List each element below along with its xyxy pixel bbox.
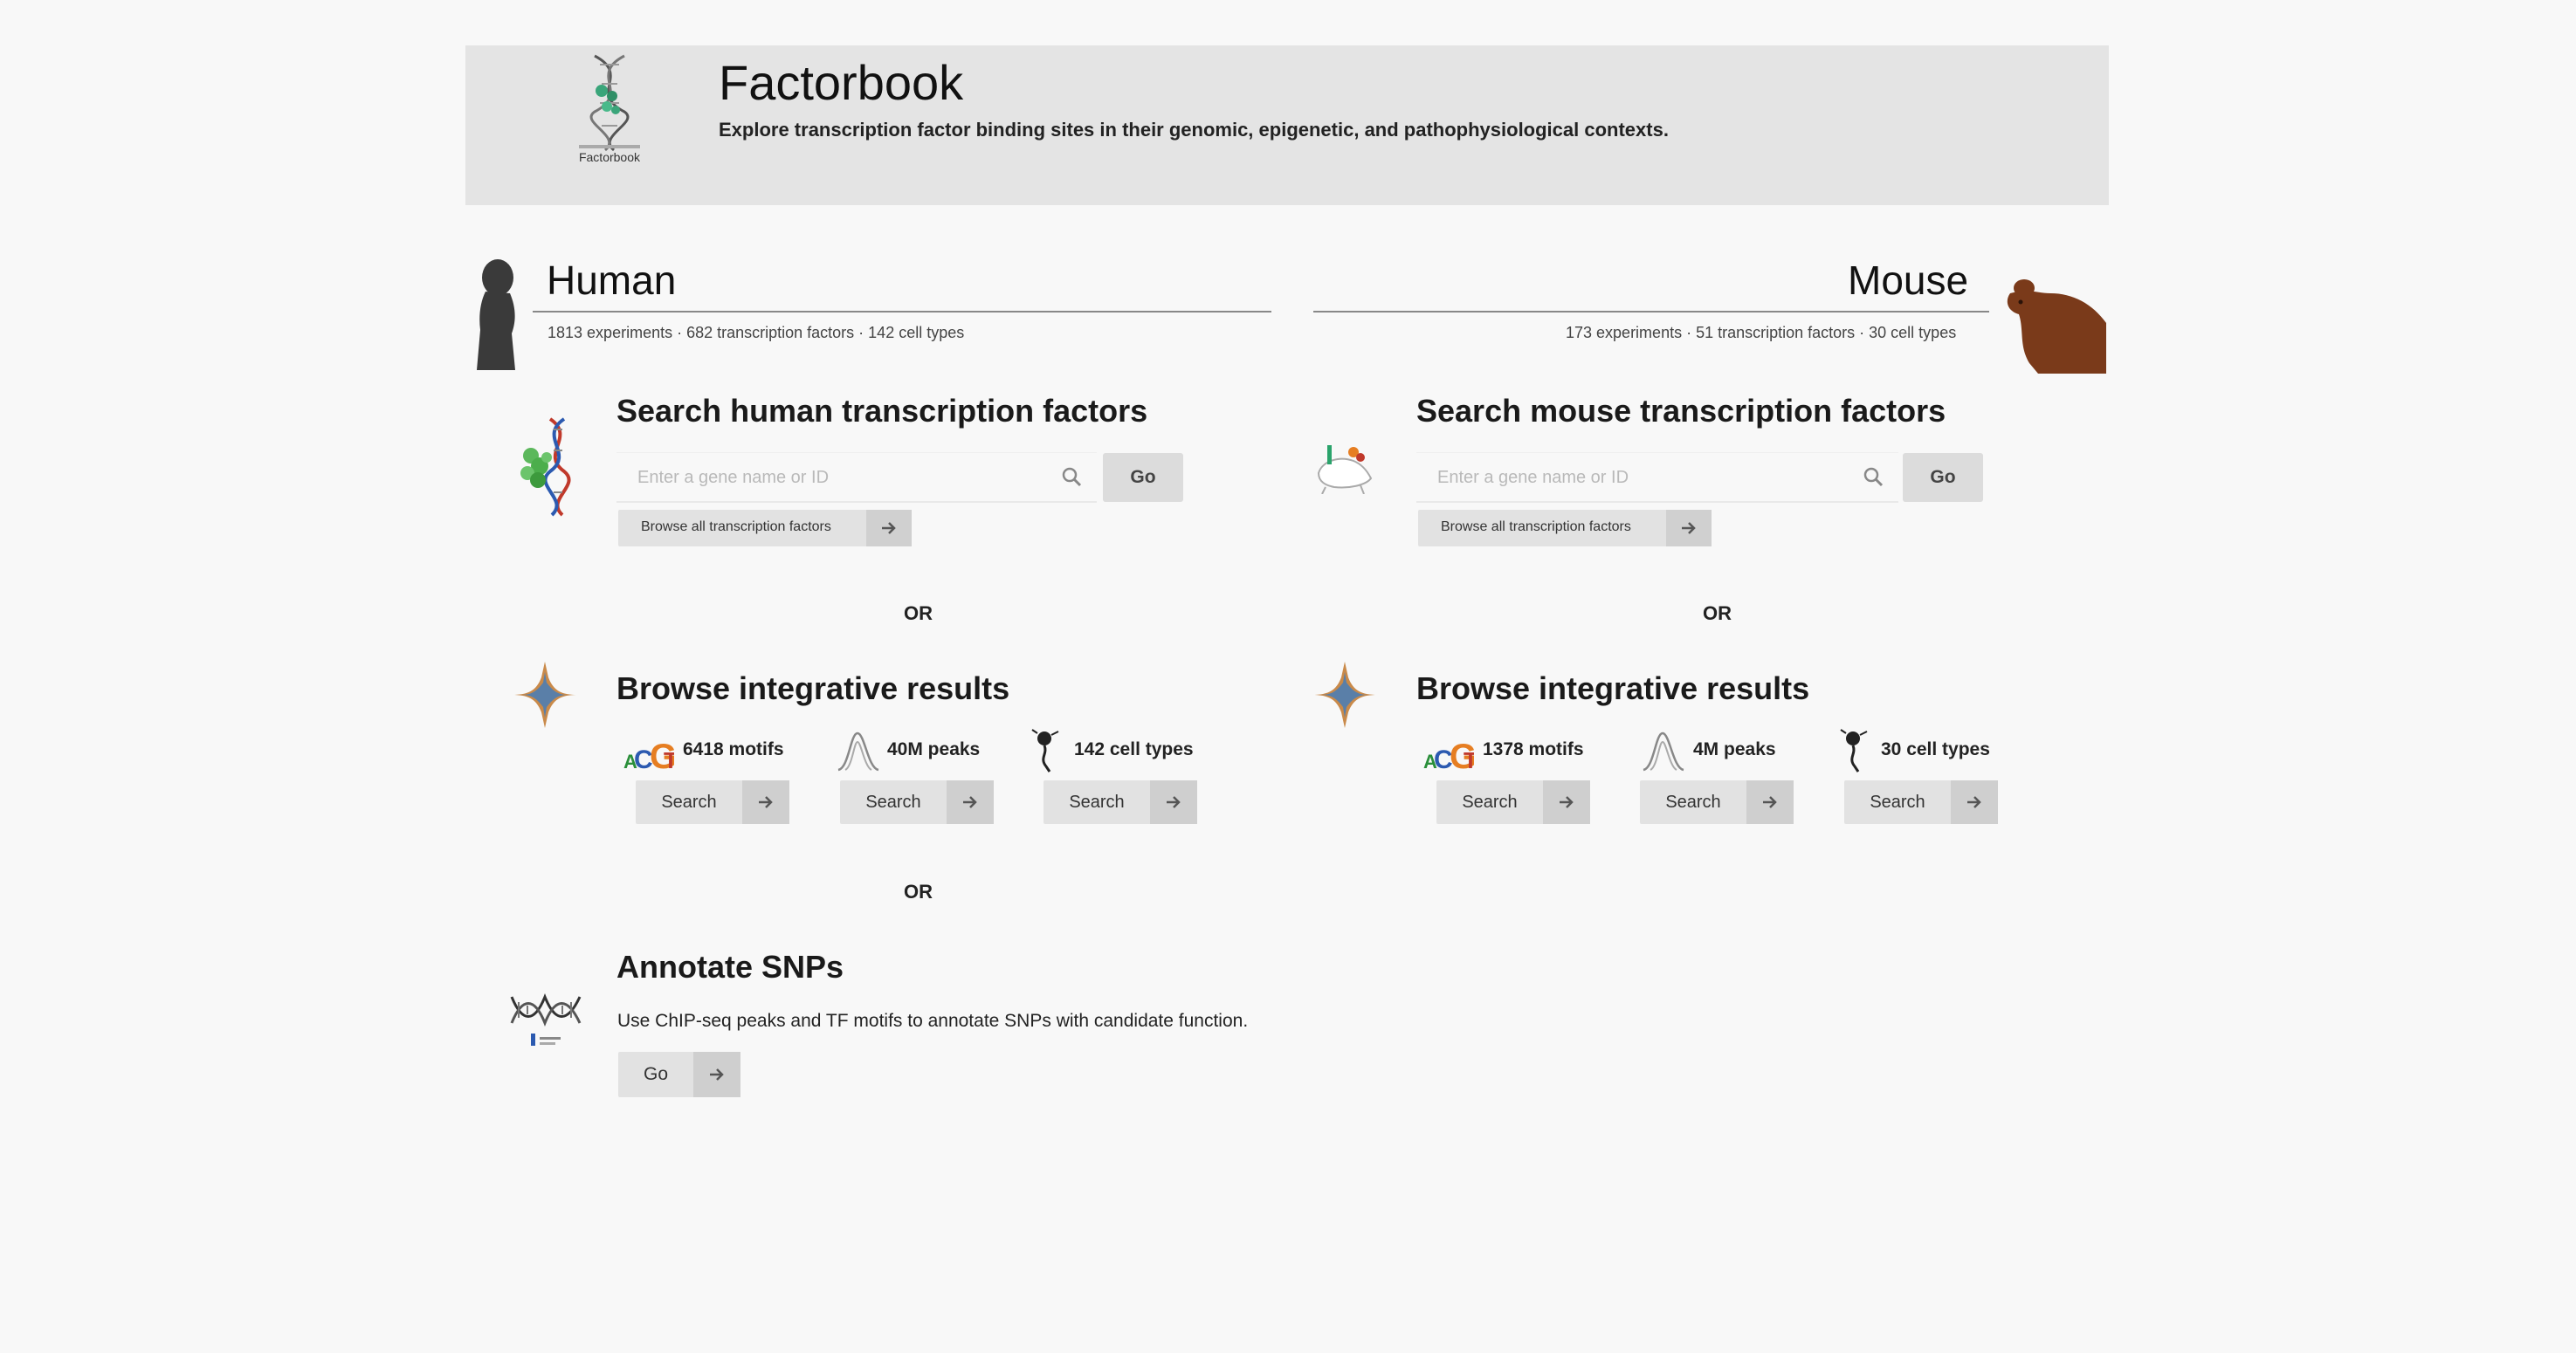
human-search-title: Search human transcription factors bbox=[616, 393, 1148, 429]
svg-text:T: T bbox=[1464, 747, 1474, 772]
factorbook-logo[interactable]: Factorbook bbox=[561, 52, 658, 201]
snp-or-separator: OR bbox=[904, 881, 933, 903]
arrow-right-icon bbox=[693, 1052, 740, 1097]
arrow-right-icon bbox=[866, 510, 912, 546]
aggregate-peak-icon bbox=[512, 662, 578, 728]
mouse-stats: 173 experiments · 51 transcription facto… bbox=[1566, 324, 1957, 341]
snp-go-label: Go bbox=[643, 1064, 668, 1084]
search-icon[interactable] bbox=[1862, 465, 1886, 490]
human-motifs-count: 6418 motifs bbox=[683, 739, 784, 759]
human-search-input[interactable] bbox=[636, 467, 1023, 489]
mouse-silhouette-icon bbox=[2007, 279, 2106, 374]
human-celltypes-count: 142 cell types bbox=[1074, 739, 1194, 759]
human-go-button[interactable]: Go bbox=[1103, 453, 1183, 502]
dna-helix-logo-icon bbox=[579, 54, 640, 152]
search-button-label: Search bbox=[865, 793, 921, 812]
human-peaks-search-button[interactable]: Search bbox=[840, 780, 994, 824]
arrow-right-icon bbox=[1951, 780, 1998, 824]
cell-icon bbox=[1031, 729, 1059, 773]
mouse-peaks-count: 4M peaks bbox=[1693, 739, 1776, 759]
arrow-right-icon bbox=[1666, 510, 1712, 546]
arrow-right-icon bbox=[1746, 780, 1794, 824]
mouse-search-box bbox=[1416, 452, 1898, 503]
human-search-box bbox=[616, 452, 1097, 503]
arrow-right-icon bbox=[1150, 780, 1197, 824]
human-divider bbox=[533, 311, 1271, 312]
human-integrative-title: Browse integrative results bbox=[616, 670, 1010, 706]
human-browse-all-button[interactable]: Browse all transcription factors bbox=[618, 510, 912, 546]
cell-icon bbox=[1840, 729, 1868, 773]
human-stats: 1813 experiments · 682 transcription fac… bbox=[548, 324, 965, 341]
mouse-peaks-search-button[interactable]: Search bbox=[1640, 780, 1794, 824]
mouse-dna-icon bbox=[1317, 445, 1373, 494]
mouse-divider bbox=[1313, 311, 1989, 312]
mouse-celltypes-count: 30 cell types bbox=[1881, 739, 1990, 759]
site-subtitle: Explore transcription factor binding sit… bbox=[719, 119, 1669, 141]
snp-go-button[interactable]: Go bbox=[618, 1052, 740, 1097]
search-icon[interactable] bbox=[1060, 465, 1085, 490]
mouse-celltypes-search-button[interactable]: Search bbox=[1844, 780, 1998, 824]
arrow-right-icon bbox=[1543, 780, 1590, 824]
protein-dna-icon bbox=[520, 417, 571, 517]
human-or-separator: OR bbox=[904, 602, 933, 624]
human-title: Human bbox=[547, 258, 677, 303]
mouse-go-button[interactable]: Go bbox=[1903, 453, 1983, 502]
arrow-right-icon bbox=[742, 780, 789, 824]
mouse-motifs-count: 1378 motifs bbox=[1483, 739, 1584, 759]
search-button-label: Search bbox=[1665, 793, 1721, 812]
mouse-search-input[interactable] bbox=[1436, 467, 1823, 489]
site-header: Factorbook Factorbook Explore transcript… bbox=[465, 45, 2109, 205]
peak-curve-icon bbox=[1643, 731, 1684, 772]
human-motifs-search-button[interactable]: Search bbox=[636, 780, 789, 824]
mouse-or-separator: OR bbox=[1703, 602, 1732, 624]
site-title: Factorbook bbox=[719, 55, 964, 110]
sequence-logo-icon: A C G T bbox=[623, 738, 674, 772]
search-button-label: Search bbox=[1870, 793, 1925, 812]
svg-text:T: T bbox=[664, 747, 674, 772]
mouse-search-title: Search mouse transcription factors bbox=[1416, 393, 1946, 429]
logo-caption: Factorbook bbox=[578, 150, 641, 164]
search-button-label: Search bbox=[1462, 793, 1518, 812]
arrow-right-icon bbox=[947, 780, 994, 824]
mouse-title: Mouse bbox=[1848, 258, 1969, 303]
peak-curve-icon bbox=[837, 731, 879, 772]
snp-description: Use ChIP-seq peaks and TF motifs to anno… bbox=[617, 1011, 1249, 1031]
search-button-label: Search bbox=[661, 793, 717, 812]
snp-helix-icon bbox=[510, 992, 582, 1046]
human-silhouette-icon bbox=[477, 259, 515, 370]
aggregate-peak-icon bbox=[1312, 662, 1378, 728]
sequence-logo-icon: A C G T bbox=[1423, 738, 1474, 772]
search-button-label: Search bbox=[1069, 793, 1125, 812]
mouse-motifs-search-button[interactable]: Search bbox=[1436, 780, 1590, 824]
human-celltypes-search-button[interactable]: Search bbox=[1043, 780, 1197, 824]
human-peaks-count: 40M peaks bbox=[887, 739, 981, 759]
browse-all-label: Browse all transcription factors bbox=[641, 519, 831, 534]
mouse-browse-all-button[interactable]: Browse all transcription factors bbox=[1418, 510, 1712, 546]
browse-all-label: Browse all transcription factors bbox=[1441, 519, 1631, 534]
mouse-integrative-title: Browse integrative results bbox=[1416, 670, 1810, 706]
snp-title: Annotate SNPs bbox=[616, 949, 844, 985]
